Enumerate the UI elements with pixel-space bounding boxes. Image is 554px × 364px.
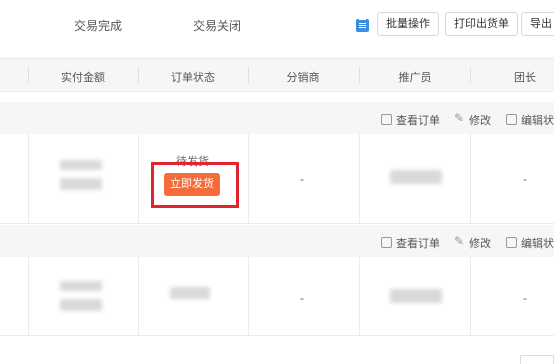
column-divider <box>359 67 360 83</box>
edit-status-link[interactable]: 编辑状 <box>506 112 554 128</box>
paid-amount-redacted <box>60 281 102 291</box>
cell-divider <box>470 134 471 223</box>
order-status-redacted <box>170 287 210 299</box>
promoter-redacted <box>390 289 442 303</box>
column-order-status: 订单状态 <box>171 72 215 84</box>
cell-divider <box>248 257 249 335</box>
cell-divider <box>138 257 139 335</box>
batch-operation-button[interactable]: 批量操作 <box>377 12 439 36</box>
distributor-value: - <box>300 291 304 305</box>
distributor-value: - <box>300 172 304 186</box>
edit-status-link[interactable]: 编辑状 <box>506 235 554 251</box>
cell-divider <box>470 257 471 335</box>
view-order-icon <box>381 237 392 248</box>
column-divider <box>248 67 249 83</box>
cell-divider <box>138 134 139 223</box>
cell-divider <box>359 134 360 223</box>
cell-divider <box>248 134 249 223</box>
edit-link[interactable]: 修改 <box>454 111 491 128</box>
column-divider <box>470 67 471 83</box>
column-divider <box>28 67 29 83</box>
paid-amount-redacted <box>60 160 102 170</box>
view-order-icon <box>381 114 392 125</box>
edit-icon <box>454 234 465 248</box>
tab-completed[interactable]: 交易完成 <box>74 17 122 34</box>
export-button[interactable]: 导出 <box>521 12 554 36</box>
view-order-link[interactable]: 查看订单 <box>381 112 440 128</box>
promoter-redacted <box>390 170 442 184</box>
group-leader-value: - <box>523 172 527 186</box>
column-promoter: 推广员 <box>398 72 432 84</box>
column-divider <box>138 67 139 83</box>
cell-divider <box>28 134 29 223</box>
table-row: - - <box>0 257 554 336</box>
print-shipping-list-button[interactable]: 打印出货单 <box>445 12 518 36</box>
edit-status-icon <box>506 114 517 125</box>
order-tabbar: 交易完成 交易关闭 批量操作 打印出货单 导出 <box>0 0 554 50</box>
cell-divider <box>28 257 29 335</box>
batch-list-icon[interactable] <box>356 19 369 32</box>
edit-link[interactable]: 修改 <box>454 234 491 251</box>
highlight-box <box>151 162 239 208</box>
cell-divider <box>359 257 360 335</box>
order-group-header: 查看订单 修改 编辑状 <box>0 225 554 257</box>
tab-closed[interactable]: 交易关闭 <box>193 17 241 34</box>
view-order-link[interactable]: 查看订单 <box>381 235 440 251</box>
table-row: - - <box>0 134 554 224</box>
paid-amount-redacted <box>60 299 102 311</box>
pagination-edge[interactable] <box>520 355 554 364</box>
paid-amount-redacted <box>60 178 102 190</box>
column-paid-amount: 实付金额 <box>61 72 105 84</box>
group-leader-value: - <box>523 291 527 305</box>
edit-icon <box>454 111 465 125</box>
table-header: 实付金额 订单状态 分销商 推广员 团长 <box>0 58 554 92</box>
column-distributor: 分销商 <box>286 72 320 84</box>
edit-status-icon <box>506 237 517 248</box>
column-group-leader: 团长 <box>514 72 536 84</box>
order-group-header: 查看订单 修改 编辑状 <box>0 102 554 134</box>
